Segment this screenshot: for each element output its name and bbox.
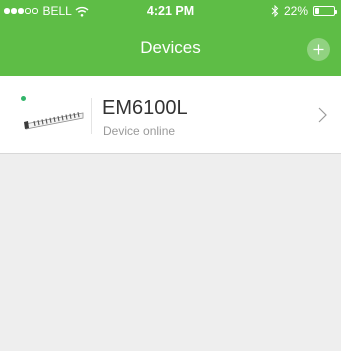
battery-icon — [313, 6, 337, 16]
row-divider — [91, 98, 92, 134]
power-strip-icon — [24, 112, 84, 130]
device-status: Device online — [103, 124, 176, 138]
device-name: EM6100L — [102, 97, 188, 119]
nav-bar: Devices — [0, 22, 341, 76]
add-device-button[interactable] — [307, 38, 330, 61]
devices-screen: BELL 4:21 PM 22% Devices EM6100L Device … — [0, 0, 341, 351]
header: BELL 4:21 PM 22% Devices — [0, 0, 341, 76]
battery-fill — [315, 8, 319, 14]
device-list-item[interactable]: EM6100L Device online — [0, 76, 341, 154]
battery-percent: 22% — [283, 4, 308, 18]
bluetooth-icon — [271, 5, 279, 17]
battery-cap — [335, 9, 337, 14]
status-right: 22% — [271, 4, 337, 18]
chevron-right-icon — [318, 107, 327, 123]
online-status-dot — [21, 96, 26, 101]
plus-icon — [313, 44, 324, 55]
page-title: Devices — [140, 38, 201, 57]
status-bar: BELL 4:21 PM 22% — [0, 0, 341, 22]
